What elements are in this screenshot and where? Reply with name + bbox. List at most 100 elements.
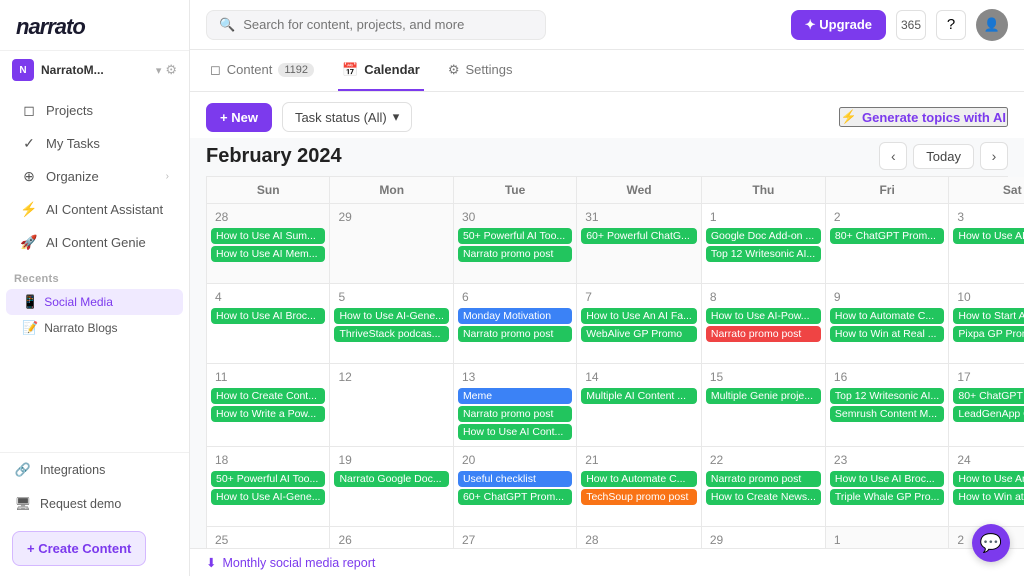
calendar-event[interactable]: LeadGenApp GP Pro... [953,406,1024,422]
calendar-day-cell[interactable]: 27Top 12 Writesonic AI...Narrato promo p… [454,527,577,548]
calendar-event[interactable]: Narrato promo post [458,246,572,262]
calendar-365-icon[interactable]: 365 [896,10,926,40]
search-input[interactable] [243,17,533,32]
calendar-event[interactable]: How to Automate C... [581,471,697,487]
calendar-event[interactable]: Multiple Genie proje... [706,388,821,404]
create-content-button[interactable]: + Create Content [12,531,146,566]
calendar-day-cell[interactable]: 11How to Create Cont...How to Write a Po… [207,364,330,447]
monthly-report-link[interactable]: Monthly social media report [222,556,375,570]
calendar-event[interactable]: Narrato promo post [706,471,821,487]
calendar-event[interactable]: 60+ ChatGPT Prom... [458,489,572,505]
calendar-event[interactable]: Top 12 Writesonic AI... [706,246,821,262]
calendar-event[interactable]: How to Use AI Sum... [211,228,325,244]
calendar-event[interactable]: How to Use AI Broc... [211,308,325,324]
calendar-event[interactable]: Useful checklist [458,471,572,487]
calendar-event[interactable]: Narrato promo post [706,326,821,342]
calendar-day-cell[interactable]: 28How to Use AI Sum...How to Use AI Mem.… [207,204,330,284]
calendar-day-cell[interactable]: 1850+ Powerful AI Too...How to Use AI-Ge… [207,447,330,527]
calendar-day-cell[interactable]: 140+ ChatGPT Prom... [826,527,949,548]
calendar-day-cell[interactable]: 29Narrato promo postSemrush Content M... [702,527,826,548]
calendar-day-cell[interactable]: 21How to Automate C...TechSoup promo pos… [577,447,702,527]
calendar-day-cell[interactable]: 8How to Use AI-Pow...Narrato promo post [702,284,826,364]
gear-icon[interactable]: ⚙ [165,62,177,78]
calendar-event[interactable]: Top 12 Writesonic AI... [830,388,944,404]
calendar-event[interactable]: Narrato Google Doc... [334,471,448,487]
help-icon[interactable]: ? [936,10,966,40]
integrations-link[interactable]: 🔗 Integrations [0,453,189,487]
generate-topics-button[interactable]: ⚡ Generate topics with AI [839,107,1008,127]
new-button[interactable]: + New [206,103,272,132]
calendar-day-cell[interactable]: 29 [330,204,453,284]
tab-calendar[interactable]: 📅 Calendar [338,50,424,91]
calendar-day-cell[interactable]: 28Poll50+ ChatGPT Prom... [577,527,702,548]
calendar-event[interactable]: WebAlive GP Promo [581,326,697,342]
calendar-day-cell[interactable]: 25How to Use AI Cont...NetPeak Software … [207,527,330,548]
request-demo-link[interactable]: 🖥 Request demo [0,487,189,521]
calendar-day-cell[interactable]: 3How to Use AI Mem... [949,204,1024,284]
today-button[interactable]: Today [913,144,974,169]
tab-settings[interactable]: ⚙ Settings [444,50,517,91]
workspace-selector[interactable]: N NarratoM... ▾ ⚙ [0,51,189,89]
tab-content[interactable]: ◻ Content 1192 [206,50,318,91]
calendar-day-cell[interactable]: 4How to Use AI Broc... [207,284,330,364]
calendar-event[interactable]: How to Use AI Broc... [830,471,944,487]
calendar-event[interactable]: 50+ Powerful AI Too... [211,471,325,487]
sidebar-item-my-tasks[interactable]: ✓ My Tasks [6,127,183,159]
calendar-day-cell[interactable]: 3050+ Powerful AI Too...Narrato promo po… [454,204,577,284]
chat-bubble[interactable]: 💬 [972,524,1010,562]
calendar-event[interactable]: Monday Motivation [458,308,572,324]
prev-month-button[interactable]: ‹ [879,142,907,170]
calendar-event[interactable]: Multiple AI Content ... [581,388,697,404]
calendar-day-cell[interactable]: 1780+ ChatGPT Prom...LeadGenApp GP Pro..… [949,364,1024,447]
calendar-event[interactable]: Narrato promo post [458,326,572,342]
next-month-button[interactable]: › [980,142,1008,170]
calendar-event[interactable]: How to Use AI Mem... [953,228,1024,244]
calendar-event[interactable]: 50+ Powerful AI Too... [458,228,572,244]
calendar-day-cell[interactable]: 19Narrato Google Doc... [330,447,453,527]
calendar-day-cell[interactable]: 24How to Use An AI Fa...How to Win at Re… [949,447,1024,527]
calendar-event[interactable]: Narrato promo post [458,406,572,422]
calendar-event[interactable]: How to Automate C... [830,308,944,324]
sidebar-item-ai-content-genie[interactable]: 🚀 AI Content Genie [6,226,183,258]
calendar-event[interactable]: How to Win at Real ... [830,326,944,342]
sidebar-item-projects[interactable]: ◻ Projects [6,94,183,126]
calendar-day-cell[interactable]: 7How to Use An AI Fa...WebAlive GP Promo [577,284,702,364]
calendar-day-cell[interactable]: 12 [330,364,453,447]
sidebar-item-organize[interactable]: ⊕ Organize › [6,160,183,192]
calendar-event[interactable]: How to Use An AI Fa... [953,471,1024,487]
calendar-event[interactable]: Semrush Content M... [830,406,944,422]
calendar-day-cell[interactable]: 14Multiple AI Content ... [577,364,702,447]
user-avatar[interactable]: 👤 [976,9,1008,41]
calendar-day-cell[interactable]: 10How to Start Affiliat...Pixpa GP Promo [949,284,1024,364]
sidebar-item-narrato-blogs[interactable]: 📝 Narrato Blogs [0,315,189,341]
calendar-event[interactable]: How to Create Cont... [211,388,325,404]
calendar-event[interactable]: How to Start Affiliat... [953,308,1024,324]
calendar-event[interactable]: How to Win at Real ... [953,489,1024,505]
calendar-day-cell[interactable]: 1Google Doc Add-on ...Top 12 Writesonic … [702,204,826,284]
calendar-day-cell[interactable]: 5How to Use AI-Gene...ThriveStack podcas… [330,284,453,364]
calendar-day-cell[interactable]: 26How to Write a Pow... [330,527,453,548]
calendar-event[interactable]: How to Use AI Cont... [458,424,572,440]
calendar-day-cell[interactable]: 16Top 12 Writesonic AI...Semrush Content… [826,364,949,447]
calendar-day-cell[interactable]: 280+ ChatGPT Prom... [826,204,949,284]
calendar-day-cell[interactable]: 20Useful checklist60+ ChatGPT Prom... [454,447,577,527]
calendar-day-cell[interactable]: 9How to Automate C...How to Win at Real … [826,284,949,364]
calendar-day-cell[interactable]: 15Multiple Genie proje... [702,364,826,447]
calendar-event[interactable]: How to Use AI-Gene... [334,308,448,324]
calendar-event[interactable]: How to Use AI-Gene... [211,489,325,505]
calendar-event[interactable]: Meme [458,388,572,404]
calendar-event[interactable]: How to Write a Pow... [211,406,325,422]
calendar-event[interactable]: 80+ ChatGPT Prom... [830,228,944,244]
calendar-event[interactable]: 80+ ChatGPT Prom... [953,388,1024,404]
calendar-footer[interactable]: ⬇ Monthly social media report [190,548,1024,576]
sidebar-item-ai-content-assistant[interactable]: ⚡ AI Content Assistant [6,193,183,225]
calendar-event[interactable]: How to Create News... [706,489,821,505]
calendar-day-cell[interactable]: 6Monday MotivationNarrato promo post [454,284,577,364]
task-status-filter[interactable]: Task status (All) ▾ [282,102,412,132]
search-box[interactable]: 🔍 [206,10,546,40]
calendar-day-cell[interactable]: 23How to Use AI Broc...Triple Whale GP P… [826,447,949,527]
calendar-event[interactable]: Pixpa GP Promo [953,326,1024,342]
calendar-day-cell[interactable]: 22Narrato promo postHow to Create News..… [702,447,826,527]
calendar-day-cell[interactable]: 3160+ Powerful ChatG... [577,204,702,284]
calendar-event[interactable]: Google Doc Add-on ... [706,228,821,244]
